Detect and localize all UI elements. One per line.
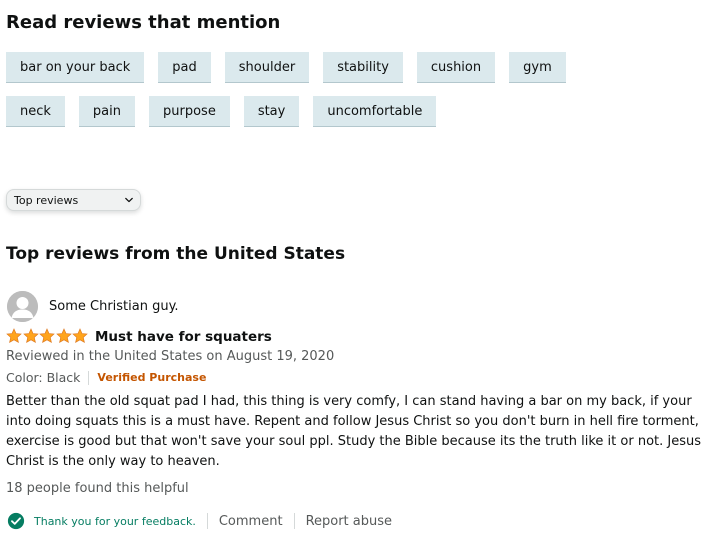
mention-chip-gym[interactable]: gym (509, 52, 566, 83)
sort-selected-label: Top reviews (14, 193, 79, 207)
review-body: Better than the old squat pad I had, thi… (6, 394, 701, 469)
star-icon (72, 328, 88, 344)
mention-chip-pain[interactable]: pain (78, 96, 135, 127)
mention-chip-shoulder[interactable]: shoulder (224, 52, 310, 83)
mention-chip-purpose[interactable]: purpose (149, 96, 230, 127)
avatar (7, 291, 38, 322)
review-actions: Thank you for your feedback. Comment Rep… (7, 512, 392, 530)
mention-filters: bar on your back pad shoulder stability … (6, 52, 566, 140)
review-date: Reviewed in the United States on August … (6, 349, 335, 364)
reviews-section-heading: Top reviews from the United States (6, 244, 346, 264)
verified-purchase-badge: Verified Purchase (97, 371, 207, 384)
mention-row-2: neck pain purpose stay uncomfortable (6, 96, 566, 127)
chevron-down-icon (125, 197, 133, 203)
action-divider (206, 513, 208, 529)
feedback-confirmation: Thank you for your feedback. (34, 514, 196, 528)
review-meta: Color: Black Verified Purchase (6, 370, 206, 385)
sort-dropdown[interactable]: Top reviews (6, 189, 141, 211)
helpful-count: 18 people found this helpful (6, 481, 189, 496)
mention-chip-stay[interactable]: stay (243, 96, 300, 127)
mention-chip-pad[interactable]: pad (158, 52, 211, 83)
comment-link[interactable]: Comment (219, 514, 283, 529)
mention-chip-cushion[interactable]: cushion (416, 52, 496, 83)
mention-chip-stability[interactable]: stability (323, 52, 403, 83)
mention-chip-bar-on-your-back[interactable]: bar on your back (6, 52, 145, 83)
action-divider (293, 513, 295, 529)
star-icon (22, 328, 39, 344)
star-rating[interactable] (6, 328, 89, 344)
mention-chip-uncomfortable[interactable]: uncomfortable (313, 96, 437, 127)
star-icon (55, 328, 72, 344)
review-variant: Color: Black (6, 370, 81, 385)
user-avatar-icon (7, 291, 38, 322)
review-title[interactable]: Must have for squaters (95, 329, 272, 345)
mentions-heading: Read reviews that mention (6, 12, 281, 33)
star-icon (6, 328, 22, 344)
star-icon (39, 328, 55, 344)
mention-chip-neck[interactable]: neck (6, 96, 65, 127)
report-abuse-link[interactable]: Report abuse (306, 514, 392, 529)
mention-row-1: bar on your back pad shoulder stability … (6, 52, 566, 83)
check-circle-icon (7, 512, 25, 530)
review-author[interactable]: Some Christian guy. (49, 299, 179, 314)
meta-divider (88, 370, 90, 385)
